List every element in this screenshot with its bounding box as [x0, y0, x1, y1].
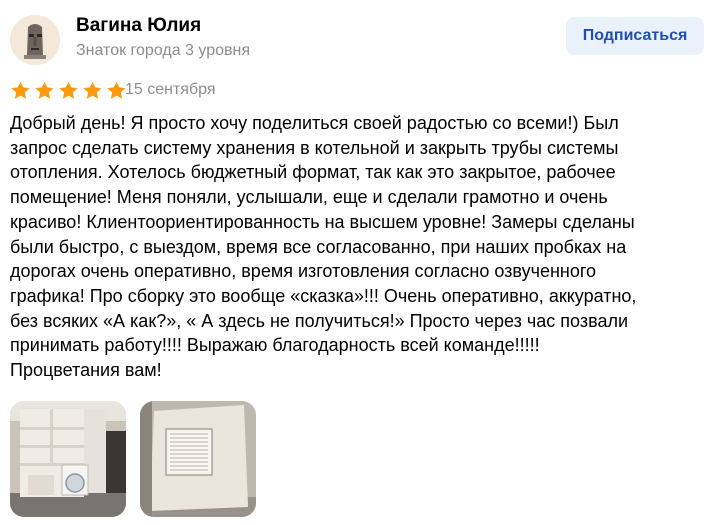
star-icon: [11, 81, 30, 99]
review-card: Вагина Юлия Знаток города 3 уровня Подпи…: [0, 0, 714, 525]
rating-stars: [10, 80, 127, 102]
review-meta: 15 сентября: [10, 80, 410, 102]
subscribe-button[interactable]: Подписаться: [566, 17, 704, 55]
star-icon: [107, 81, 126, 99]
author-level: Знаток города 3 уровня: [76, 42, 251, 59]
review-header: Вагина Юлия Знаток города 3 уровня Подпи…: [10, 12, 704, 65]
review-photo-1[interactable]: [10, 401, 126, 517]
author-name[interactable]: Вагина Юлия: [76, 15, 201, 37]
review-photo-2[interactable]: [140, 401, 256, 517]
review-text: Добрый день! Я просто хочу поделиться св…: [10, 113, 637, 381]
star-icon: [59, 81, 78, 99]
star-icon: [35, 81, 54, 99]
author-avatar[interactable]: [10, 15, 60, 65]
review-date: 15 сентября: [125, 81, 216, 98]
review-photos: [10, 401, 256, 517]
star-icon: [83, 81, 102, 99]
shelving-with-washing-machine-photo-icon: [10, 401, 126, 517]
boxed-pipes-with-vent-grille-photo-icon: [140, 401, 256, 517]
moai-statue-icon: [10, 15, 60, 65]
